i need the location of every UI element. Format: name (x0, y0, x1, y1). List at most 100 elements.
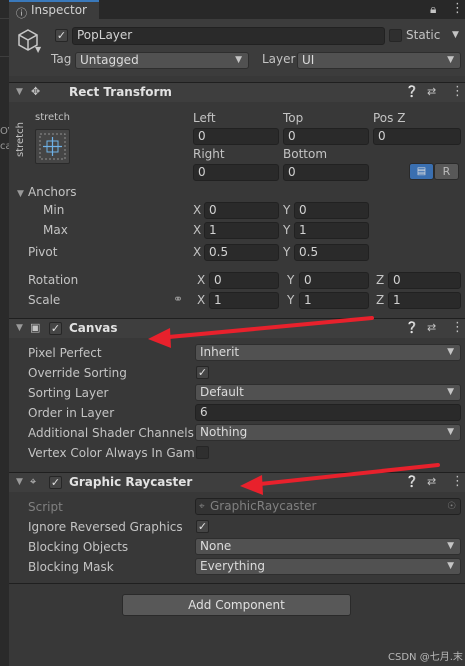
components-end-divider (9, 583, 465, 584)
anchors-label[interactable]: Anchors (28, 185, 77, 199)
anchor-presets-button[interactable] (35, 129, 70, 164)
help-icon[interactable]: ❔ (405, 321, 419, 334)
scale-y-axis-label: Y (287, 293, 295, 307)
sorting-layer-label: Sorting Layer (28, 386, 109, 400)
left-field[interactable]: 0 (193, 128, 279, 145)
foldout-arrow-icon: ▼ (16, 477, 23, 487)
posz-field[interactable]: 0 (373, 128, 461, 145)
blocking-mask-label: Blocking Mask (28, 560, 114, 574)
component-menu-icon[interactable]: ⋮ (451, 474, 464, 489)
add-component-button[interactable]: Add Component (122, 594, 351, 616)
order-in-layer-field[interactable]: 6 (195, 404, 461, 421)
rotation-x-field[interactable]: 0 (209, 272, 279, 289)
blocking-objects-value: None (200, 539, 232, 553)
scale-y-field[interactable]: 1 (299, 292, 369, 309)
raycaster-icon: ⌖ (30, 475, 37, 488)
rotation-z-field[interactable]: 0 (388, 272, 461, 289)
vertex-color-label: Vertex Color Always In Gamm (28, 446, 194, 460)
gameobject-header: ▼ ✓ PopLayer Static ▼ Tag Untagged ▼ Lay… (9, 19, 465, 76)
raycaster-enabled-checkbox[interactable]: ✓ (49, 476, 62, 489)
chevron-down-icon: ▼ (447, 561, 454, 571)
kebab-menu-icon[interactable]: ⋮ (451, 1, 464, 16)
gameobject-name-field[interactable]: PopLayer (72, 27, 385, 45)
pivot-label: Pivot (28, 245, 58, 259)
scale-z-field[interactable]: 1 (388, 292, 461, 309)
help-icon[interactable]: ❔ (405, 85, 419, 98)
shader-channels-value: Nothing (200, 425, 248, 439)
sorting-layer-value: Default (200, 385, 244, 399)
scale-x-axis-label: X (197, 293, 206, 307)
pivot-y-field[interactable]: 0.5 (294, 244, 369, 261)
vertex-color-checkbox[interactable] (196, 446, 209, 459)
active-checkbox[interactable]: ✓ (55, 29, 68, 42)
order-in-layer-label: Order in Layer (28, 406, 115, 420)
anchor-stretch-icon (39, 133, 66, 160)
rect-transform-body: stretch stretch Left Top Pos Z 0 0 0 Rig… (9, 102, 465, 316)
presets-icon[interactable]: ⇄ (427, 321, 436, 334)
max-label: Max (43, 223, 68, 237)
constrain-proportions-icon[interactable]: ⚭ (173, 292, 183, 306)
graphic-raycaster-title: Graphic Raycaster (69, 475, 193, 489)
override-sorting-checkbox[interactable]: ✓ (196, 366, 209, 379)
scale-z-axis-label: Z (376, 293, 385, 307)
blueprint-mode-icon: ▤ (416, 166, 427, 177)
inspector-tab-bar: ⓘ Inspector 🔒︎ ⋮ (9, 0, 465, 20)
rotation-label: Rotation (28, 273, 79, 287)
anchor-preset-side-label: stretch (15, 122, 26, 157)
layer-dropdown[interactable]: UI ▼ (297, 52, 461, 69)
annotation-arrow-canvas (148, 316, 374, 348)
pivot-x-field[interactable]: 0.5 (204, 244, 279, 261)
right-field[interactable]: 0 (193, 164, 279, 181)
shader-channels-dropdown[interactable]: Nothing ▼ (195, 424, 461, 441)
min-y-field[interactable]: 0 (294, 202, 369, 219)
lock-icon[interactable]: 🔒︎ (430, 2, 436, 17)
script-label: Script (28, 500, 63, 514)
scale-x-field[interactable]: 1 (209, 292, 279, 309)
blueprint-mode-button[interactable]: ▤ (409, 163, 434, 180)
component-menu-icon[interactable]: ⋮ (451, 320, 464, 335)
rect-transform-title: Rect Transform (69, 85, 172, 99)
graphic-raycaster-body: Script ⌖ GraphicRaycaster ☉ Ignore Rever… (9, 492, 465, 582)
tab-inspector[interactable]: ⓘ Inspector (9, 0, 99, 20)
top-field[interactable]: 0 (283, 128, 369, 145)
min-x-field[interactable]: 0 (204, 202, 279, 219)
scale-label: Scale (28, 293, 61, 307)
blocking-mask-dropdown[interactable]: Everything ▼ (195, 558, 461, 575)
tag-label: Tag (51, 52, 72, 66)
bottom-label: Bottom (283, 147, 328, 161)
static-checkbox[interactable] (389, 29, 402, 42)
ignore-reversed-checkbox[interactable]: ✓ (196, 520, 209, 533)
component-menu-icon[interactable]: ⋮ (451, 84, 464, 99)
watermark: CSDN @七月.末 (388, 652, 463, 663)
anchors-foldout-icon[interactable]: ▼ (17, 189, 24, 199)
pivot-x-axis-label: X (193, 245, 202, 259)
foldout-arrow-icon: ▼ (16, 323, 23, 333)
script-value: GraphicRaycaster (210, 499, 317, 513)
min-y-axis-label: Y (283, 203, 291, 217)
max-x-field[interactable]: 1 (204, 222, 279, 239)
canvas-body: Pixel Perfect Inherit ▼ Override Sorting… (9, 338, 465, 468)
max-y-field[interactable]: 1 (294, 222, 369, 239)
blocking-objects-dropdown[interactable]: None ▼ (195, 538, 461, 555)
rect-transform-header[interactable]: ▼ ✥ Rect Transform ❔ ⇄ ⋮ (9, 82, 465, 102)
rotation-z-axis-label: Z (376, 273, 385, 287)
presets-icon[interactable]: ⇄ (427, 85, 436, 98)
pivot-y-axis-label: Y (283, 245, 291, 259)
static-dropdown-icon[interactable]: ▼ (452, 30, 459, 40)
layer-label: Layer (262, 52, 296, 66)
chevron-down-icon: ▼ (447, 427, 454, 437)
tag-dropdown[interactable]: Untagged ▼ (75, 52, 249, 69)
script-field: ⌖ GraphicRaycaster ☉ (195, 498, 461, 515)
raw-edit-button[interactable]: R (434, 163, 459, 180)
bottom-field[interactable]: 0 (283, 164, 369, 181)
icon-dropdown-icon[interactable]: ▼ (35, 45, 41, 54)
sorting-layer-dropdown[interactable]: Default ▼ (195, 384, 461, 401)
layer-value: UI (302, 53, 315, 67)
rotation-y-field[interactable]: 0 (299, 272, 369, 289)
min-x-axis-label: X (193, 203, 202, 217)
canvas-enabled-checkbox[interactable]: ✓ (49, 322, 62, 335)
chevron-down-icon: ▼ (447, 387, 454, 397)
object-picker-icon: ☉ (447, 501, 456, 512)
annotation-arrow-raycaster (240, 463, 440, 495)
min-label: Min (43, 203, 65, 217)
